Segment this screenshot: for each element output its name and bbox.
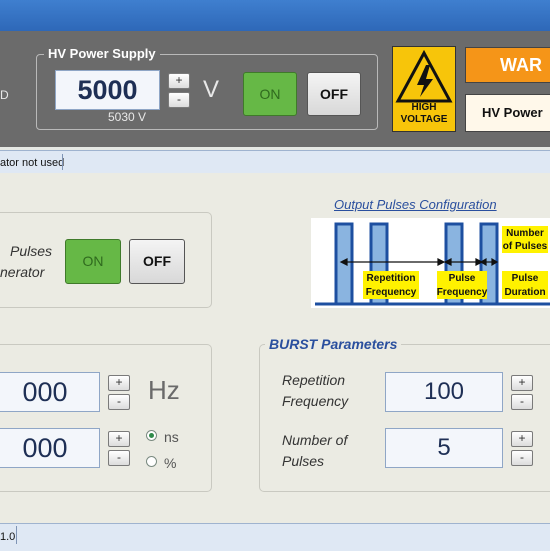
repetition-frequency-label-1: Repetition (367, 273, 416, 284)
status-separator (62, 154, 63, 170)
pulse-waveform: Repetition Frequency Pulse Frequency Num… (315, 222, 550, 306)
pulse-duration-label-1: Pulse (512, 273, 539, 284)
pulse-generator-label-line2: nerator (0, 264, 45, 280)
burst-number-of-pulses-label: Number of Pulses (282, 432, 348, 469)
bottom-status-bar (0, 523, 550, 551)
hv-readback-value: 5030 V (108, 110, 147, 124)
pulse-duration-input[interactable]: 000 (0, 428, 100, 468)
burst-repetition-increment-button[interactable]: + (511, 375, 533, 391)
hv-increment-button[interactable]: + (168, 73, 190, 89)
hv-on-button[interactable]: ON (243, 72, 297, 116)
pulse-duration-label-2: Duration (504, 287, 545, 298)
header-left-fragment: D (0, 88, 9, 102)
pulse-generator-label-line1: Pulses (10, 243, 53, 259)
hv-power-supply-title: HV Power Supply (44, 46, 160, 61)
burst-number-increment-button[interactable]: + (511, 431, 533, 447)
burst-number-of-pulses-input[interactable]: 5 (385, 428, 503, 468)
hv-voltage-input[interactable]: 5000 (55, 70, 160, 110)
pulse-generator-on-button[interactable]: ON (65, 239, 121, 284)
status-text: ator not used (0, 157, 65, 169)
output-pulses-diagram: Repetition Frequency Pulse Frequency Num… (311, 218, 550, 308)
pulse-frequency-increment-button[interactable]: + (108, 375, 130, 391)
burst-parameters-title: BURST Parameters (265, 336, 402, 352)
unit-percent-radio[interactable] (146, 456, 157, 467)
status-bar (0, 150, 550, 174)
unit-ns-label: ns (164, 429, 179, 445)
pulse-frequency-decrement-button[interactable]: - (108, 394, 130, 410)
unit-percent-label: % (164, 455, 177, 471)
bottom-separator (16, 526, 17, 544)
hv-decrement-button[interactable]: - (168, 92, 190, 108)
unit-ns-radio[interactable] (146, 430, 157, 441)
hv-off-button[interactable]: OFF (307, 72, 361, 116)
repetition-frequency-label-2: Frequency (366, 287, 417, 298)
pulse-parameters-group (0, 344, 212, 492)
burst-repetition-frequency-input[interactable]: 100 (385, 372, 503, 412)
warning-banner: WAR (465, 47, 550, 83)
warning-message: HV Power (465, 94, 550, 132)
pulse-frequency-input[interactable]: 000 (0, 372, 100, 412)
pulse-frequency-label-2: Frequency (437, 287, 488, 298)
pulse-duration-increment-button[interactable]: + (108, 431, 130, 447)
pulse-duration-decrement-button[interactable]: - (108, 450, 130, 466)
window-title-bar (0, 0, 550, 31)
burst-number-decrement-button[interactable]: - (511, 450, 533, 466)
high-voltage-label: HIGH VOLTAGE (400, 102, 448, 125)
pulse-frequency-label-1: Pulse (449, 273, 476, 284)
pulse-frequency-unit: Hz (148, 375, 180, 405)
version-text: 1.0 (0, 531, 16, 543)
number-of-pulses-label-2: of Pulses (503, 241, 548, 252)
number-of-pulses-label-1: Number (506, 228, 544, 239)
output-pulses-config-link[interactable]: Output Pulses Configuration (334, 197, 497, 212)
pulse-generator-off-button[interactable]: OFF (129, 239, 185, 284)
burst-repetition-decrement-button[interactable]: - (511, 394, 533, 410)
hv-unit-label: V (203, 76, 220, 103)
burst-repetition-frequency-label: Repetition Frequency (282, 372, 349, 409)
